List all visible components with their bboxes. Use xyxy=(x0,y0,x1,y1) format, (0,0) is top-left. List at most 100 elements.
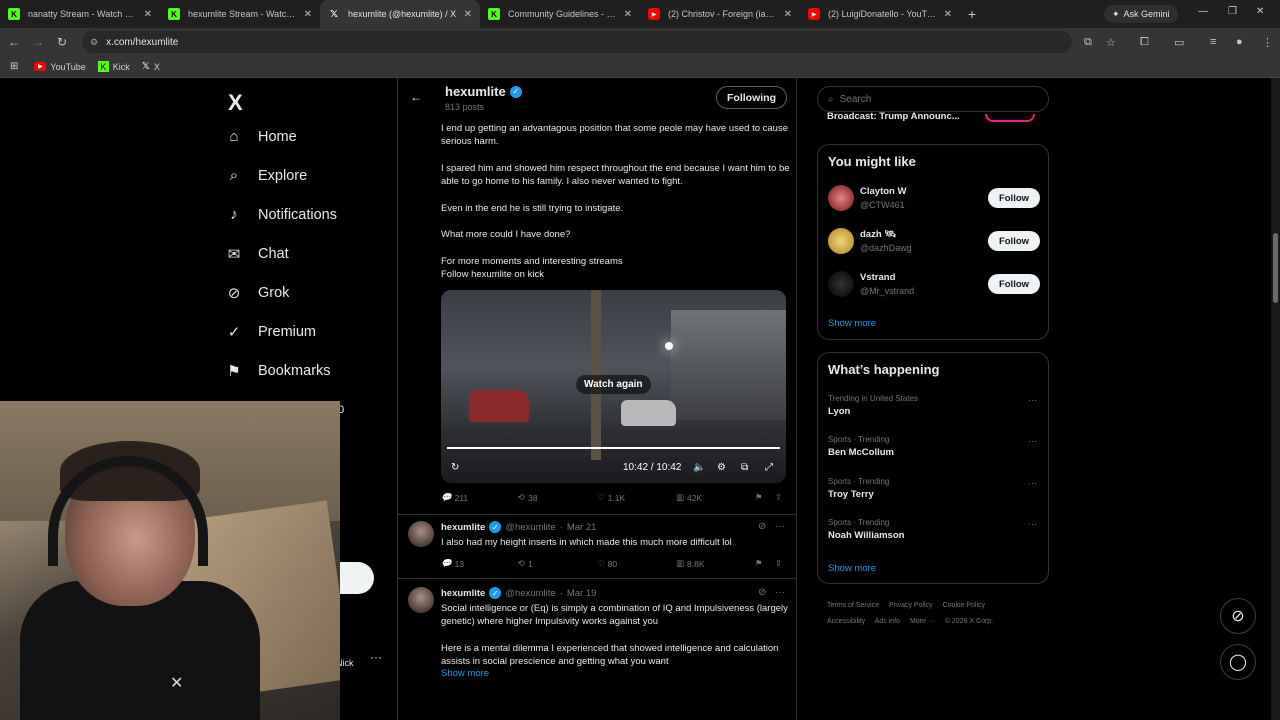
media-controls-icon[interactable]: ≡ xyxy=(1210,36,1216,48)
page-scrollbar[interactable] xyxy=(1271,78,1280,720)
follow-button[interactable]: Follow xyxy=(988,188,1040,208)
close-tab-icon[interactable]: ✕ xyxy=(624,9,632,20)
post-handle[interactable]: @hexumlite xyxy=(505,588,555,599)
browser-tab[interactable]: ▶ (2) LuigiDonatello - YouTube ✕ xyxy=(800,0,960,28)
suggested-user-name[interactable]: Clayton W xyxy=(860,186,906,197)
minimize-icon[interactable]: — xyxy=(1198,6,1208,17)
live-broadcast-link[interactable]: Broadcast: Trump Announc... xyxy=(827,111,960,122)
forward-nav-icon[interactable]: → xyxy=(26,35,50,49)
nav-item-grok[interactable]: ⊘ Grok xyxy=(224,284,290,302)
video-player[interactable]: Watch again ↻ 10:42 / 10:42 🔈 ⚙ ⧉ ⤢ xyxy=(441,290,786,483)
views-button[interactable]: ▥ 42K xyxy=(676,492,702,503)
more-options-icon[interactable]: ··· xyxy=(1028,478,1037,488)
sidepanel-icon[interactable]: ▭ xyxy=(1174,36,1184,49)
more-options-icon[interactable]: ··· xyxy=(1028,395,1037,405)
more-options-icon[interactable]: ··· xyxy=(775,587,785,598)
messages-float-button[interactable]: ◯ xyxy=(1220,644,1256,680)
reload-icon[interactable]: ↻ xyxy=(50,35,74,49)
close-tab-icon[interactable]: ✕ xyxy=(464,9,472,20)
reply-button[interactable]: 💬 13 xyxy=(441,558,464,569)
bookmark-x[interactable]: 𝕏X xyxy=(142,61,160,72)
bookmark-post-icon[interactable]: ⚑ xyxy=(755,558,763,569)
suggested-user-name[interactable]: dazh 🛰 xyxy=(860,229,896,240)
grok-post-icon[interactable]: ⊘ xyxy=(758,587,766,598)
following-button[interactable]: Following xyxy=(716,86,787,109)
scrollbar-thumb[interactable] xyxy=(1273,233,1278,303)
nav-item-explore[interactable]: ⌕ Explore xyxy=(224,167,307,184)
post-date[interactable]: Mar 19 xyxy=(567,588,597,599)
close-tab-icon[interactable]: ✕ xyxy=(144,9,152,20)
like-button[interactable]: ♡ 80 xyxy=(597,558,617,569)
share-icon[interactable]: ⇪ xyxy=(775,558,782,569)
grok-post-icon[interactable]: ⊘ xyxy=(758,521,766,532)
profile-avatar-icon[interactable]: ● xyxy=(1236,36,1243,48)
trend-name[interactable]: Ben McCollum xyxy=(828,447,894,458)
back-arrow-icon[interactable]: ← xyxy=(410,90,422,104)
video-progress-bar[interactable] xyxy=(447,447,780,449)
bookmark-post-icon[interactable]: ⚑ xyxy=(755,492,763,503)
show-more-link[interactable]: Show more xyxy=(828,318,876,329)
extensions-icon[interactable]: ⧠ xyxy=(1140,36,1149,49)
x-logo-icon[interactable]: X xyxy=(228,90,243,116)
browser-tab[interactable]: Khexumlite Stream - Watch Live o ✕ xyxy=(160,0,320,28)
close-tab-icon[interactable]: ✕ xyxy=(784,9,792,20)
views-button[interactable]: ▥ 8.8K xyxy=(676,558,705,569)
close-tab-icon[interactable]: ✕ xyxy=(304,9,312,20)
maximize-icon[interactable]: ❐ xyxy=(1228,6,1237,17)
more-options-icon[interactable]: ··· xyxy=(1028,519,1037,529)
show-more-link[interactable]: Show more xyxy=(828,563,876,574)
footer-link[interactable]: Accessibility xyxy=(827,618,865,625)
more-options-icon[interactable]: ··· xyxy=(1028,436,1037,446)
install-app-icon[interactable]: ⧉ xyxy=(1084,36,1092,49)
follow-button[interactable]: Follow xyxy=(988,274,1040,294)
ask-gemini-button[interactable]: ✦ Ask Gemini xyxy=(1104,5,1178,23)
nav-item-premium[interactable]: ✓ Premium xyxy=(224,323,316,341)
avatar[interactable] xyxy=(828,228,854,254)
grok-float-button[interactable]: ⊘ xyxy=(1220,598,1256,634)
avatar[interactable] xyxy=(408,521,434,547)
picture-in-picture-icon[interactable]: ⧉ xyxy=(741,462,748,473)
nav-item-home[interactable]: ⌂ Home xyxy=(224,128,296,145)
post-author[interactable]: hexumlite xyxy=(441,522,485,533)
avatar[interactable] xyxy=(408,587,434,613)
follow-button[interactable]: Follow xyxy=(988,231,1040,251)
replay-icon[interactable]: ↻ xyxy=(451,462,459,473)
bookmark-star-icon[interactable]: ☆ xyxy=(1106,36,1116,49)
browser-tab-active[interactable]: 𝕏hexumlite (@hexumlite) / X ✕ xyxy=(320,0,480,28)
settings-gear-icon[interactable]: ⚙ xyxy=(717,462,726,473)
nav-item-bookmarks[interactable]: ⚑ Bookmarks xyxy=(224,362,330,380)
browser-tab[interactable]: ▶ (2) Christov - Foreign (iamMAN ✕ xyxy=(640,0,800,28)
post-handle[interactable]: @hexumlite xyxy=(505,522,555,533)
fullscreen-icon[interactable]: ⤢ xyxy=(765,462,773,473)
trend-name[interactable]: Troy Terry xyxy=(828,489,874,500)
nav-item-notifications[interactable]: ♪ Notifications xyxy=(224,206,337,223)
post-date[interactable]: Mar 21 xyxy=(567,522,597,533)
like-button[interactable]: ♡ 1.1K xyxy=(597,492,625,503)
site-info-icon[interactable]: ⚙ xyxy=(90,37,98,48)
bookmark-youtube[interactable]: ▶ YouTube xyxy=(34,62,86,72)
more-options-icon[interactable]: ··· xyxy=(775,521,785,532)
bookmark-kick[interactable]: K Kick xyxy=(97,61,130,72)
avatar[interactable] xyxy=(828,185,854,211)
nav-item-chat[interactable]: ✉ Chat xyxy=(224,245,289,263)
footer-link[interactable]: Terms of Service xyxy=(827,602,879,609)
browser-tab[interactable]: Knanatty Stream - Watch Live on ✕ xyxy=(0,0,160,28)
footer-link[interactable]: More ··· xyxy=(910,618,935,625)
trend-name[interactable]: Noah Williamson xyxy=(828,530,904,541)
avatar[interactable] xyxy=(828,271,854,297)
account-more-icon[interactable]: ··· xyxy=(370,650,382,664)
reply-button[interactable]: 💬 211 xyxy=(441,492,468,503)
volume-icon[interactable]: 🔈 xyxy=(693,462,705,473)
close-window-icon[interactable]: ✕ xyxy=(1256,6,1264,17)
suggested-user-name[interactable]: Vstrand xyxy=(860,272,895,283)
show-more-link[interactable]: Show more xyxy=(441,668,489,679)
search-input[interactable]: ⌕ Search xyxy=(817,86,1049,112)
repost-button[interactable]: ⟲ 38 xyxy=(518,492,538,503)
footer-link[interactable]: Ads info xyxy=(875,618,900,625)
share-icon[interactable]: ⇪ xyxy=(775,492,782,503)
footer-link[interactable]: Cookie Policy xyxy=(943,602,985,609)
watch-again-button[interactable]: Watch again xyxy=(576,375,651,394)
footer-link[interactable]: Privacy Policy xyxy=(889,602,933,609)
close-tab-icon[interactable]: ✕ xyxy=(944,9,952,20)
repost-button[interactable]: ⟲ 1 xyxy=(518,558,533,569)
